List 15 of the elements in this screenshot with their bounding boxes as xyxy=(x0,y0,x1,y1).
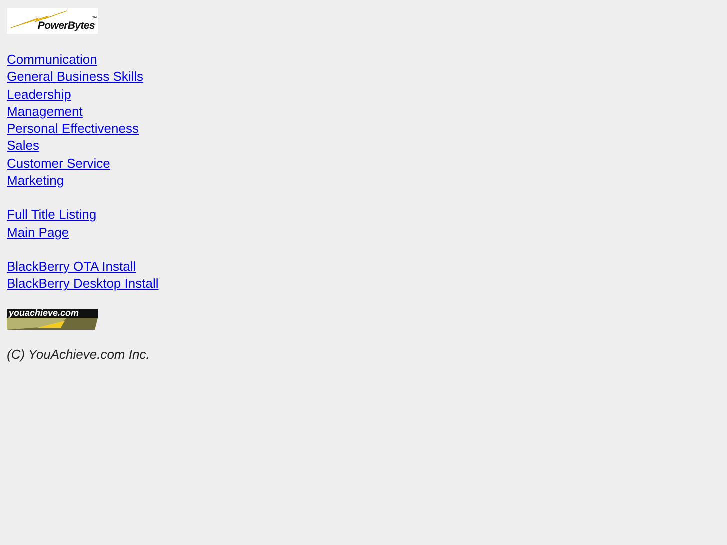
nav-link[interactable]: Sales xyxy=(7,137,40,155)
nav-link[interactable]: Communication xyxy=(7,51,98,68)
nav-link[interactable]: BlackBerry OTA Install xyxy=(7,258,136,276)
youachieve-logo: youachieve.com xyxy=(7,308,98,330)
powerbytes-logo: PowerBytes $^{™}$ xyxy=(7,8,98,34)
nav-link[interactable]: Marketing xyxy=(7,172,64,190)
nav-link[interactable]: Customer Service xyxy=(7,154,110,172)
copyright-text: (C) YouAchieve.com Inc. xyxy=(7,346,151,362)
nav-link[interactable]: Management xyxy=(7,102,83,120)
nav-link[interactable]: Main Page xyxy=(7,224,70,241)
nav-link[interactable]: Leadership xyxy=(7,86,72,103)
nav-link[interactable]: Full Title Listing xyxy=(7,206,97,224)
nav-link[interactable]: General Business Skills xyxy=(7,68,144,86)
nav-link[interactable]: Personal Effectiveness xyxy=(7,120,139,138)
nav-link[interactable]: BlackBerry Desktop Install xyxy=(7,275,159,293)
